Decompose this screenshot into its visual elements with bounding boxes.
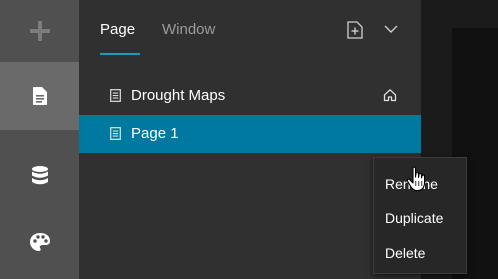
plus-icon (29, 21, 50, 41)
data-button[interactable] (0, 148, 79, 204)
page-list-item-selected[interactable]: Page 1 (79, 115, 421, 153)
theme-button[interactable] (0, 214, 79, 270)
chevron-down-icon[interactable] (384, 25, 398, 34)
palette-icon (29, 233, 50, 251)
add-page-icon[interactable] (347, 21, 363, 39)
tab-window[interactable]: Window (162, 20, 215, 40)
document-icon (110, 89, 121, 102)
page-icon (32, 87, 47, 105)
duplicate-menu-item[interactable]: Duplicate (385, 209, 443, 227)
page-panel-button[interactable] (0, 62, 79, 130)
page-panel: Page Window Drought Maps Page 1 (79, 0, 421, 279)
database-icon (31, 166, 48, 185)
document-icon (110, 127, 121, 140)
hand-cursor-icon (406, 166, 426, 192)
page-name: Drought Maps (131, 87, 226, 104)
add-button[interactable] (0, 0, 79, 62)
sidebar-rail (0, 0, 79, 279)
page-name: Page 1 (131, 125, 179, 142)
tab-page[interactable]: Page (100, 20, 135, 40)
home-icon (383, 89, 397, 102)
active-tab-indicator (100, 53, 140, 55)
page-list-item[interactable]: Drought Maps (79, 77, 421, 115)
delete-menu-item[interactable]: Delete (385, 244, 425, 262)
